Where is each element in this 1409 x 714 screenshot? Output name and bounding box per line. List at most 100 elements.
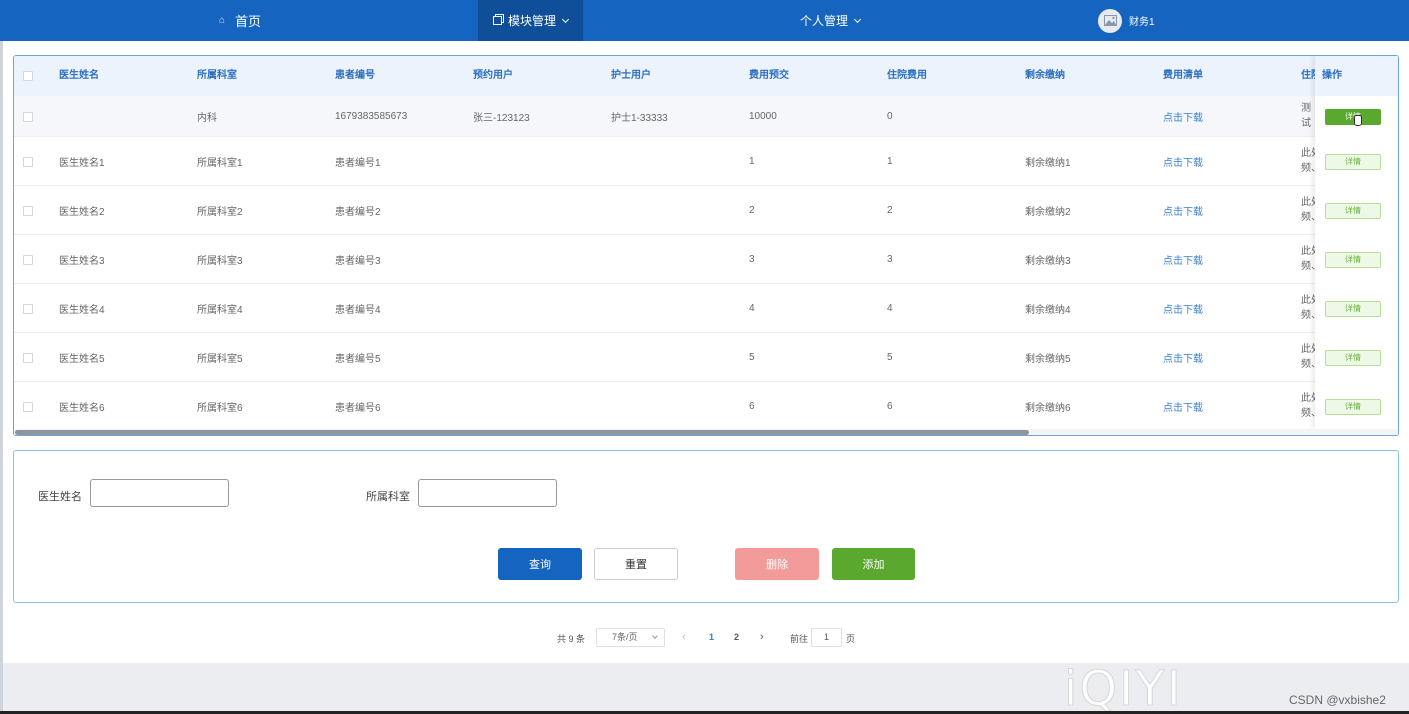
chevron-down-icon — [561, 15, 570, 23]
cell-hosp: 此处 频、 — [1301, 197, 1315, 223]
nav-home[interactable]: ⌂ 首页 — [180, 0, 300, 41]
row-checkbox[interactable] — [23, 205, 33, 216]
total-count: 共 9 条 — [557, 634, 586, 644]
cell-list[interactable]: 点击下载 — [1163, 284, 1203, 332]
video-watermark: iQIYI — [1064, 661, 1183, 714]
cell-list[interactable]: 点击下载 — [1163, 382, 1203, 430]
row-checkbox[interactable] — [23, 352, 33, 363]
cell-doctor: 医生姓名2 — [59, 206, 105, 218]
col-header-fee: 住院费用 — [887, 70, 927, 81]
cell-list[interactable]: 点击下载 — [1163, 333, 1203, 381]
chevron-down-icon — [652, 633, 658, 639]
cell-dept: 内科 — [197, 112, 217, 124]
horizontal-scrollbar[interactable] — [14, 429, 1398, 435]
row-checkbox[interactable] — [23, 303, 33, 314]
row-checkbox[interactable] — [23, 111, 33, 122]
cell-list[interactable]: 点击下载 — [1163, 235, 1203, 283]
cell-fee: 1 — [887, 155, 893, 167]
nav-module-management[interactable]: 模块管理 — [478, 0, 583, 41]
col-header-list: 费用清单 — [1163, 70, 1203, 81]
cell-nurse: 护士1-33333 — [611, 112, 668, 124]
table-row[interactable]: 医生姓名6 所属科室6 患者编号6 6 6 剩余缴纳6 点击下载 此处 频、 — [14, 382, 1398, 431]
cell-hosp: 此处 频、 — [1301, 295, 1315, 321]
detail-button[interactable]: 详情 — [1325, 108, 1381, 126]
detail-button[interactable]: 详情 — [1325, 202, 1381, 219]
cell-dept: 所属科室2 — [197, 206, 243, 218]
detail-button[interactable]: 详情 — [1325, 300, 1381, 317]
table-row[interactable]: 医生姓名1 所属科室1 患者编号1 1 1 剩余缴纳1 点击下载 此处 频、 — [14, 137, 1398, 186]
cell-hosp: 此处 频、 — [1301, 393, 1315, 419]
detail-button[interactable]: 详情 — [1325, 349, 1381, 366]
cell-dept: 所属科室1 — [197, 157, 243, 169]
cell-remain: 剩余缴纳3 — [1025, 255, 1071, 267]
detail-button[interactable]: 详情 — [1325, 398, 1381, 415]
doctor-name-label: 医生姓名 — [38, 491, 82, 503]
cell-fee: 0 — [887, 110, 893, 122]
cell-doctor: 医生姓名6 — [59, 402, 105, 414]
reset-button[interactable]: 重置 — [594, 548, 678, 580]
select-all-checkbox[interactable] — [23, 71, 33, 81]
cell-fee: 5 — [887, 351, 893, 363]
cell-remain: 剩余缴纳1 — [1025, 157, 1071, 169]
nav-user-menu[interactable]: 财务1 — [1098, 0, 1188, 41]
dept-input[interactable] — [418, 479, 557, 507]
home-icon: ⌂ — [218, 15, 226, 26]
table-row[interactable]: 内科 1679383585673 张三-123123 护士1-33333 10000 0 点… — [14, 96, 1398, 137]
delete-button[interactable]: 删除 — [735, 548, 819, 580]
pagination: 共 9 条 7条/页 ‹ 1 2 › 前往 1 页 — [0, 628, 1409, 648]
prev-page-icon[interactable]: ‹ — [682, 631, 686, 643]
scrollbar-thumb[interactable] — [15, 430, 1029, 435]
row-checkbox[interactable] — [23, 254, 33, 265]
cell-patient: 患者编号6 — [335, 402, 381, 414]
nav-personal-label: 个人管理 — [799, 14, 848, 28]
goto-label: 前往 — [790, 634, 809, 644]
table-row[interactable]: 医生姓名4 所属科室4 患者编号4 4 4 剩余缴纳4 点击下载 此处 频、 — [14, 284, 1398, 333]
cell-list[interactable]: 点击下载 — [1163, 137, 1203, 185]
cell-remain: 剩余缴纳2 — [1025, 206, 1071, 218]
avatar — [1098, 8, 1122, 33]
cell-hosp: 此处 频、 — [1301, 246, 1315, 272]
nav-personal-management[interactable]: 个人管理 — [770, 0, 890, 41]
row-checkbox[interactable] — [23, 156, 33, 167]
doctor-name-input[interactable] — [90, 479, 229, 507]
goto-page-input[interactable]: 1 — [811, 628, 842, 647]
nav-home-label: 首页 — [234, 14, 261, 29]
data-table: 医生姓名 所属科室 患者编号 预约用户 护士用户 费用预交 住院费用 剩余缴纳 … — [13, 55, 1399, 436]
col-header-operation: 操作 — [1315, 56, 1398, 96]
col-header-remain: 剩余缴纳 — [1025, 70, 1065, 81]
cell-prepaid: 10000 — [749, 110, 777, 122]
detail-button-label: 详情 — [1345, 353, 1361, 362]
nav-module-label: 模块管理 — [507, 14, 556, 28]
col-header-dept: 所属科室 — [197, 70, 237, 81]
query-button[interactable]: 查询 — [498, 548, 582, 580]
cell-prepaid: 5 — [749, 351, 755, 363]
top-navbar: ⌂ 首页 模块管理 个人管理 财务1 — [0, 0, 1409, 41]
cell-list[interactable]: 点击下载 — [1163, 186, 1203, 234]
cell-dept: 所属科室4 — [197, 304, 243, 316]
cell-dept: 所属科室6 — [197, 402, 243, 414]
detail-button[interactable]: 详情 — [1325, 251, 1381, 268]
add-button[interactable]: 添加 — [832, 548, 915, 580]
left-edge-bar — [0, 0, 3, 714]
operation-column: 操作 详情 详情 详情 详情 详情 详情 详情 — [1315, 56, 1398, 429]
cell-doctor: 医生姓名1 — [59, 157, 105, 169]
next-page-icon[interactable]: › — [760, 631, 764, 643]
detail-button[interactable]: 详情 — [1325, 153, 1381, 170]
page-size-select[interactable]: 7条/页 — [596, 628, 665, 647]
cell-list[interactable]: 点击下载 — [1163, 96, 1203, 136]
cell-remain: 剩余缴纳5 — [1025, 353, 1071, 365]
cell-remain: 剩余缴纳4 — [1025, 304, 1071, 316]
row-checkbox[interactable] — [23, 401, 33, 412]
cell-doctor: 医生姓名4 — [59, 304, 105, 316]
table-row[interactable]: 医生姓名2 所属科室2 患者编号2 2 2 剩余缴纳2 点击下载 此处 频、 — [14, 186, 1398, 235]
table-row[interactable]: 医生姓名5 所属科室5 患者编号5 5 5 剩余缴纳5 点击下载 此处 频、 — [14, 333, 1398, 382]
cell-patient: 患者编号4 — [335, 304, 381, 316]
search-panel: 医生姓名 所属科室 查询 重置 删除 添加 — [13, 450, 1399, 603]
page-1[interactable]: 1 — [709, 632, 714, 642]
user-name: 财务1 — [1129, 17, 1155, 28]
page-2[interactable]: 2 — [734, 632, 739, 642]
cell-doctor: 医生姓名3 — [59, 255, 105, 267]
table-row[interactable]: 医生姓名3 所属科室3 患者编号3 3 3 剩余缴纳3 点击下载 此处 频、 — [14, 235, 1398, 284]
detail-button-label: 详情 — [1345, 157, 1361, 166]
cell-patient: 1679383585673 — [335, 110, 408, 122]
